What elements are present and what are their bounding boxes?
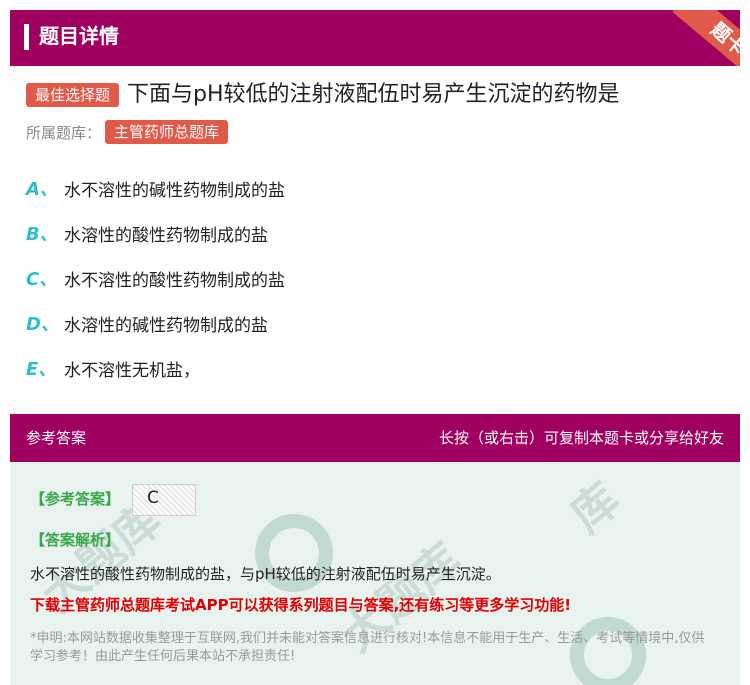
question-bank: 所属题库： 主管药师总题库: [26, 120, 229, 144]
corner-ribbon: 题卡: [662, 10, 740, 66]
analysis-text: 水不溶性的酸性药物制成的盐，与pH较低的注射液配伍时易产生沉淀。: [30, 565, 501, 583]
option-letter: A、: [26, 179, 58, 200]
page-title: 题目详情: [39, 24, 119, 48]
answer-section-title: 参考答案: [26, 429, 87, 447]
option-b[interactable]: B、 水溶性的酸性药物制成的盐: [26, 220, 268, 246]
question-line: 最佳选择题 下面与pH较低的注射液配伍时易产生沉淀的药物是: [26, 80, 620, 110]
answer-label: 【参考答案】: [30, 490, 121, 508]
download-app-link[interactable]: 下载主管药师总题库考试APP可以获得系列题目与答案,还有练习等更多学习功能!: [30, 594, 571, 615]
answer-header: 参考答案 长按（或右击）可复制本题卡或分享给好友: [10, 414, 740, 462]
option-a[interactable]: A、 水不溶性的碱性药物制成的盐: [26, 175, 285, 201]
question-text: 下面与pH较低的注射液配伍时易产生沉淀的药物是: [127, 82, 620, 107]
share-hint: 长按（或右击）可复制本题卡或分享给好友: [438, 429, 724, 447]
disclaimer: *申明:本网站数据收集整理于互联网,我们并未能对答案信息进行核对!本信息不能用于…: [30, 631, 705, 664]
bank-name-link[interactable]: 主管药师总题库: [105, 120, 229, 144]
option-e[interactable]: E、 水不溶性无机盐，: [26, 355, 200, 381]
option-letter: B、: [26, 224, 58, 245]
option-c[interactable]: C、 水不溶性的酸性药物制成的盐: [26, 265, 285, 291]
option-letter: C、: [26, 269, 58, 290]
option-text: 水溶性的酸性药物制成的盐: [64, 225, 268, 246]
option-d[interactable]: D、 水溶性的碱性药物制成的盐: [26, 310, 268, 336]
header-accent-bar: [24, 24, 29, 50]
bank-label: 所属题库：: [26, 123, 102, 142]
corner-tag: 题卡: [672, 10, 740, 66]
option-text: 水不溶性无机盐，: [64, 360, 200, 381]
option-text: 水不溶性的碱性药物制成的盐: [64, 180, 285, 201]
analysis-label: 【答案解析】: [30, 531, 121, 549]
page-header: 题目详情 题卡: [10, 10, 740, 66]
option-letter: D、: [26, 314, 59, 335]
question-type-tag: 最佳选择题: [26, 83, 120, 107]
answer-image: C: [132, 484, 196, 516]
watermark: 库: [559, 471, 630, 543]
option-text: 水不溶性的酸性药物制成的盐: [64, 270, 285, 291]
option-letter: E、: [26, 359, 57, 380]
option-text: 水溶性的碱性药物制成的盐: [64, 315, 268, 336]
answer-value: C: [147, 488, 159, 508]
